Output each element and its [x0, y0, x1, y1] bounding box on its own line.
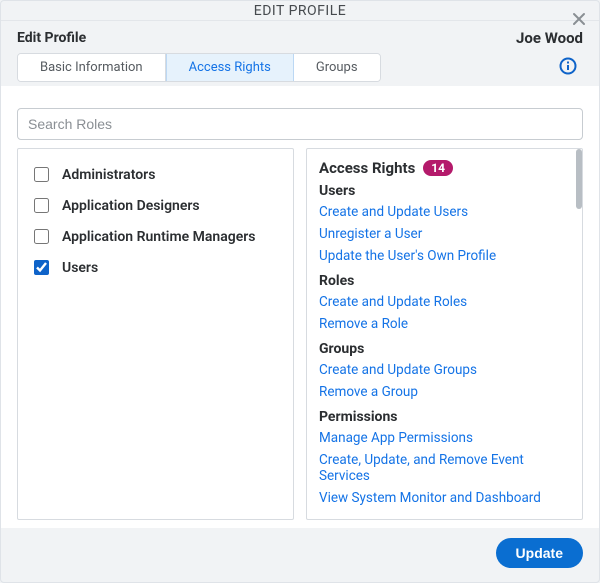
- role-item-administrators[interactable]: Administrators: [30, 159, 281, 190]
- role-checkbox-application-runtime-managers[interactable]: [34, 229, 49, 244]
- edit-profile-dialog: EDIT PROFILE Edit Profile Joe Wood Basic…: [0, 0, 600, 583]
- dialog-title: EDIT PROFILE: [254, 3, 346, 19]
- right-link[interactable]: Remove a Group: [319, 381, 570, 403]
- right-link[interactable]: Create, Update, and Remove Event Service…: [319, 449, 570, 487]
- section-title-permissions: Permissions: [319, 409, 570, 425]
- dialog-body: Administrators Application Designers App…: [1, 86, 599, 528]
- access-rights-count-badge: 14: [423, 160, 453, 176]
- right-link[interactable]: Remove a Role: [319, 313, 570, 335]
- role-label: Users: [62, 260, 98, 276]
- tab-basic-information[interactable]: Basic Information: [18, 54, 166, 81]
- dialog-titlebar: EDIT PROFILE: [1, 1, 599, 21]
- right-link[interactable]: Create and Update Groups: [319, 359, 570, 381]
- info-icon: [559, 57, 577, 75]
- search-roles-input[interactable]: [17, 108, 583, 140]
- right-link[interactable]: View System Monitor and Dashboard: [319, 487, 570, 509]
- access-rights-panel[interactable]: Access Rights 14 Users Create and Update…: [307, 149, 582, 519]
- tab-groups[interactable]: Groups: [294, 54, 380, 81]
- subtitle-right: Joe Wood: [516, 29, 583, 47]
- access-rights-title: Access Rights: [319, 159, 415, 177]
- role-checkbox-application-designers[interactable]: [34, 198, 49, 213]
- right-link[interactable]: Create and Update Roles: [319, 291, 570, 313]
- access-rights-header: Access Rights 14: [319, 159, 570, 177]
- info-button[interactable]: [559, 57, 577, 79]
- role-item-users[interactable]: Users: [30, 252, 281, 283]
- tab-row: Basic Information Access Rights Groups: [1, 53, 599, 86]
- right-link[interactable]: Update the User's Own Profile: [319, 245, 570, 267]
- dialog-footer: Update: [1, 528, 599, 582]
- close-icon: [571, 11, 587, 27]
- update-button[interactable]: Update: [496, 538, 583, 568]
- roles-column: Administrators Application Designers App…: [17, 148, 294, 520]
- tabs: Basic Information Access Rights Groups: [17, 53, 381, 82]
- role-label: Application Runtime Managers: [62, 229, 255, 245]
- role-item-application-designers[interactable]: Application Designers: [30, 190, 281, 221]
- columns: Administrators Application Designers App…: [17, 148, 583, 520]
- tab-access-rights[interactable]: Access Rights: [166, 54, 294, 81]
- scrollbar-thumb[interactable]: [576, 149, 582, 209]
- section-title-users: Users: [319, 183, 570, 199]
- role-checkbox-administrators[interactable]: [34, 167, 49, 182]
- right-link[interactable]: Manage App Permissions: [319, 427, 570, 449]
- dialog-subheader: Edit Profile Joe Wood: [1, 21, 599, 53]
- role-item-application-runtime-managers[interactable]: Application Runtime Managers: [30, 221, 281, 252]
- access-rights-column: Access Rights 14 Users Create and Update…: [306, 148, 583, 520]
- role-checkbox-users[interactable]: [34, 260, 49, 275]
- subtitle-left: Edit Profile: [17, 30, 86, 46]
- role-label: Application Designers: [62, 198, 200, 214]
- search-row: [17, 108, 583, 140]
- role-label: Administrators: [62, 167, 155, 183]
- right-link[interactable]: Unregister a User: [319, 223, 570, 245]
- roles-list: Administrators Application Designers App…: [18, 149, 293, 293]
- section-title-groups: Groups: [319, 341, 570, 357]
- close-button[interactable]: [567, 7, 591, 31]
- section-title-roles: Roles: [319, 273, 570, 289]
- right-link[interactable]: Create and Update Users: [319, 201, 570, 223]
